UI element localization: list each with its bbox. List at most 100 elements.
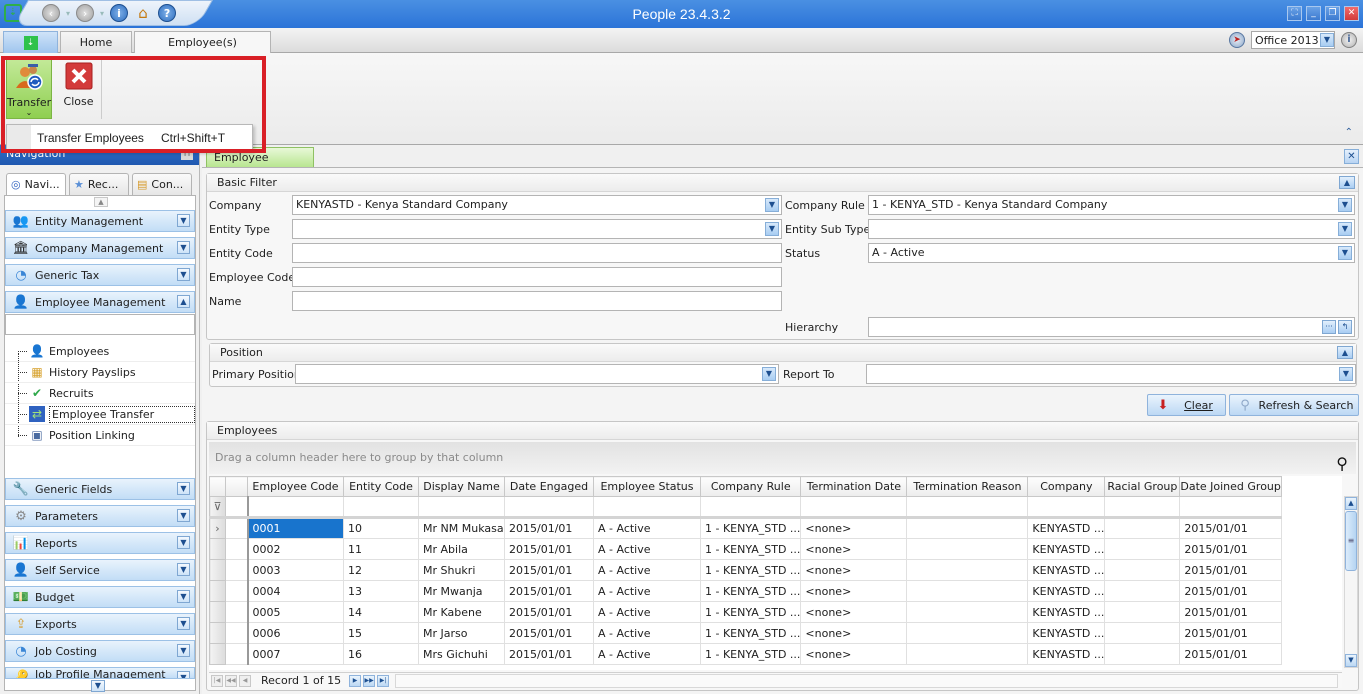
report-to-select[interactable]: ▼ (866, 364, 1356, 384)
table-cell[interactable]: 2015/01/01 (504, 643, 594, 665)
fullscreen-button[interactable]: ⛶ (1287, 6, 1302, 21)
compass-icon[interactable]: ➤ (1229, 32, 1245, 48)
column-header[interactable]: Racial Group (1104, 476, 1181, 497)
table-cell[interactable]: Mrs Gichuhi (418, 643, 505, 665)
chevron-down-icon[interactable]: ▼ (177, 509, 190, 522)
table-cell[interactable] (906, 622, 1029, 644)
table-row[interactable]: › 0001 10 Mr NM Mukasa 2015/01/01 A - Active 1… (209, 517, 1282, 539)
next-record-button[interactable]: ▶ (349, 674, 362, 687)
table-cell[interactable] (1104, 622, 1181, 644)
table-cell[interactable]: 2015/01/01 (1179, 601, 1282, 623)
table-cell[interactable]: 2015/01/01 (1179, 622, 1282, 644)
table-cell[interactable]: KENYASTD ... (1027, 622, 1106, 644)
tree-item-history-payslips[interactable]: ▦ History Payslips (5, 362, 195, 383)
menu-item-transfer-employees[interactable]: Transfer Employees (37, 131, 161, 145)
table-cell[interactable] (906, 517, 1029, 539)
hierarchy-input[interactable]: ··· ↰ (868, 317, 1355, 337)
table-cell[interactable]: 2015/01/01 (504, 517, 594, 539)
entity-type-select[interactable]: ▼ (292, 219, 782, 239)
chevron-up-icon[interactable]: ▲ (1345, 497, 1357, 510)
nav-tab-navigation[interactable]: ◎ Navi... (6, 173, 66, 195)
table-cell[interactable] (1104, 643, 1181, 665)
table-cell[interactable]: A - Active (593, 643, 701, 665)
chevron-down-icon[interactable]: ▼ (1338, 222, 1352, 236)
nav-group-filter-input[interactable] (5, 314, 195, 335)
table-cell[interactable]: 2015/01/01 (1179, 517, 1282, 539)
column-header[interactable]: Company (1027, 476, 1106, 497)
table-cell[interactable]: 10 (343, 517, 419, 539)
table-cell[interactable]: 2015/01/01 (1179, 559, 1282, 581)
filter-cell[interactable] (247, 496, 344, 519)
row-indicator[interactable] (209, 538, 226, 560)
filter-cell[interactable] (1179, 496, 1282, 519)
employee-code-input[interactable] (292, 267, 782, 287)
entity-code-input[interactable] (292, 243, 782, 263)
nav-group-generic-tax[interactable]: ◔ Generic Tax ▼ (5, 264, 195, 286)
table-cell[interactable]: 2015/01/01 (504, 538, 594, 560)
filter-cell[interactable] (504, 496, 594, 519)
filter-cell[interactable] (418, 496, 505, 519)
table-cell[interactable] (906, 538, 1029, 560)
chevron-down-icon[interactable]: ▼ (1338, 246, 1352, 260)
table-cell[interactable] (906, 601, 1029, 623)
company-select[interactable]: KENYASTD - Kenya Standard Company ▼ (292, 195, 782, 215)
prev-record-button[interactable]: ◀ (239, 674, 251, 687)
chevron-down-icon[interactable]: ▼ (177, 590, 190, 603)
table-row[interactable]: 0004 13 Mr Mwanja 2015/01/01 A - Active 1 - K… (209, 580, 1282, 602)
table-cell[interactable] (906, 580, 1029, 602)
last-record-button[interactable]: ▶| (377, 674, 390, 687)
nav-scroll-down-button[interactable]: ▼ (91, 680, 105, 692)
table-cell[interactable]: 14 (343, 601, 419, 623)
tab-home[interactable]: Home (60, 31, 132, 53)
table-cell[interactable]: <none> (800, 559, 908, 581)
chevron-down-icon[interactable]: ▼ (177, 563, 190, 576)
table-cell[interactable]: A - Active (593, 622, 701, 644)
table-cell[interactable]: 12 (343, 559, 419, 581)
table-row[interactable]: 0003 12 Mr Shukri 2015/01/01 A - Active 1 - K… (209, 559, 1282, 581)
chevron-down-icon[interactable]: ▼ (177, 671, 190, 678)
column-header[interactable]: Employee Code (247, 476, 344, 497)
filter-cell[interactable] (800, 496, 908, 519)
table-cell[interactable]: A - Active (593, 517, 701, 539)
row-indicator[interactable]: › (209, 517, 226, 539)
table-cell[interactable]: <none> (800, 601, 908, 623)
chevron-down-icon[interactable]: ▼ (177, 214, 190, 227)
table-cell[interactable]: Mr Mwanja (418, 580, 505, 602)
table-cell[interactable]: Mr Kabene (418, 601, 505, 623)
table-cell[interactable]: 2015/01/01 (1179, 538, 1282, 560)
chevron-down-icon[interactable]: ▼ (1320, 33, 1334, 47)
nav-group-reports[interactable]: 📊 Reports ▼ (5, 532, 195, 554)
table-cell[interactable] (1104, 580, 1181, 602)
transfer-button[interactable]: Transfer ⌄ (6, 57, 52, 119)
nav-group-company-management[interactable]: 🏛 Company Management ▼ (5, 237, 195, 259)
chevron-down-icon[interactable]: ▼ (177, 268, 190, 281)
column-header[interactable]: Termination Reason (906, 476, 1029, 497)
table-cell[interactable]: 2015/01/01 (504, 601, 594, 623)
column-header[interactable]: Termination Date (800, 476, 908, 497)
nav-scroll-up-button[interactable]: ▲ (94, 197, 108, 207)
table-cell[interactable]: 0001 (247, 517, 344, 539)
filter-cell[interactable] (593, 496, 701, 519)
table-cell[interactable]: KENYASTD ... (1027, 517, 1106, 539)
table-cell[interactable]: Mr Shukri (418, 559, 505, 581)
chevron-up-icon[interactable]: ▲ (177, 295, 190, 308)
table-cell[interactable]: KENYASTD ... (1027, 580, 1106, 602)
refresh-search-button[interactable]: ⚲ Refresh & Search (1229, 394, 1359, 416)
nav-group-job-costing[interactable]: ◔ Job Costing ▼ (5, 640, 195, 662)
table-cell[interactable]: 0005 (247, 601, 344, 623)
theme-select[interactable]: Office 2013 ▼ (1251, 31, 1335, 49)
clear-button[interactable]: ⬇ Clear (1147, 394, 1226, 416)
table-cell[interactable]: Mr Jarso (418, 622, 505, 644)
company-rule-select[interactable]: 1 - KENYA_STD - Kenya Standard Company ▼ (868, 195, 1355, 215)
close-window-button[interactable]: ✕ (1344, 6, 1359, 21)
nav-group-generic-fields[interactable]: 🔧 Generic Fields ▼ (5, 478, 195, 500)
nav-group-parameters[interactable]: ⚙ Parameters ▼ (5, 505, 195, 527)
row-indicator[interactable] (209, 622, 226, 644)
table-cell[interactable]: <none> (800, 622, 908, 644)
table-cell[interactable]: 0002 (247, 538, 344, 560)
table-cell[interactable]: KENYASTD ... (1027, 601, 1106, 623)
table-cell[interactable]: 15 (343, 622, 419, 644)
table-cell[interactable]: Mr Abila (418, 538, 505, 560)
name-input[interactable] (292, 291, 782, 311)
table-cell[interactable]: KENYASTD ... (1027, 559, 1106, 581)
